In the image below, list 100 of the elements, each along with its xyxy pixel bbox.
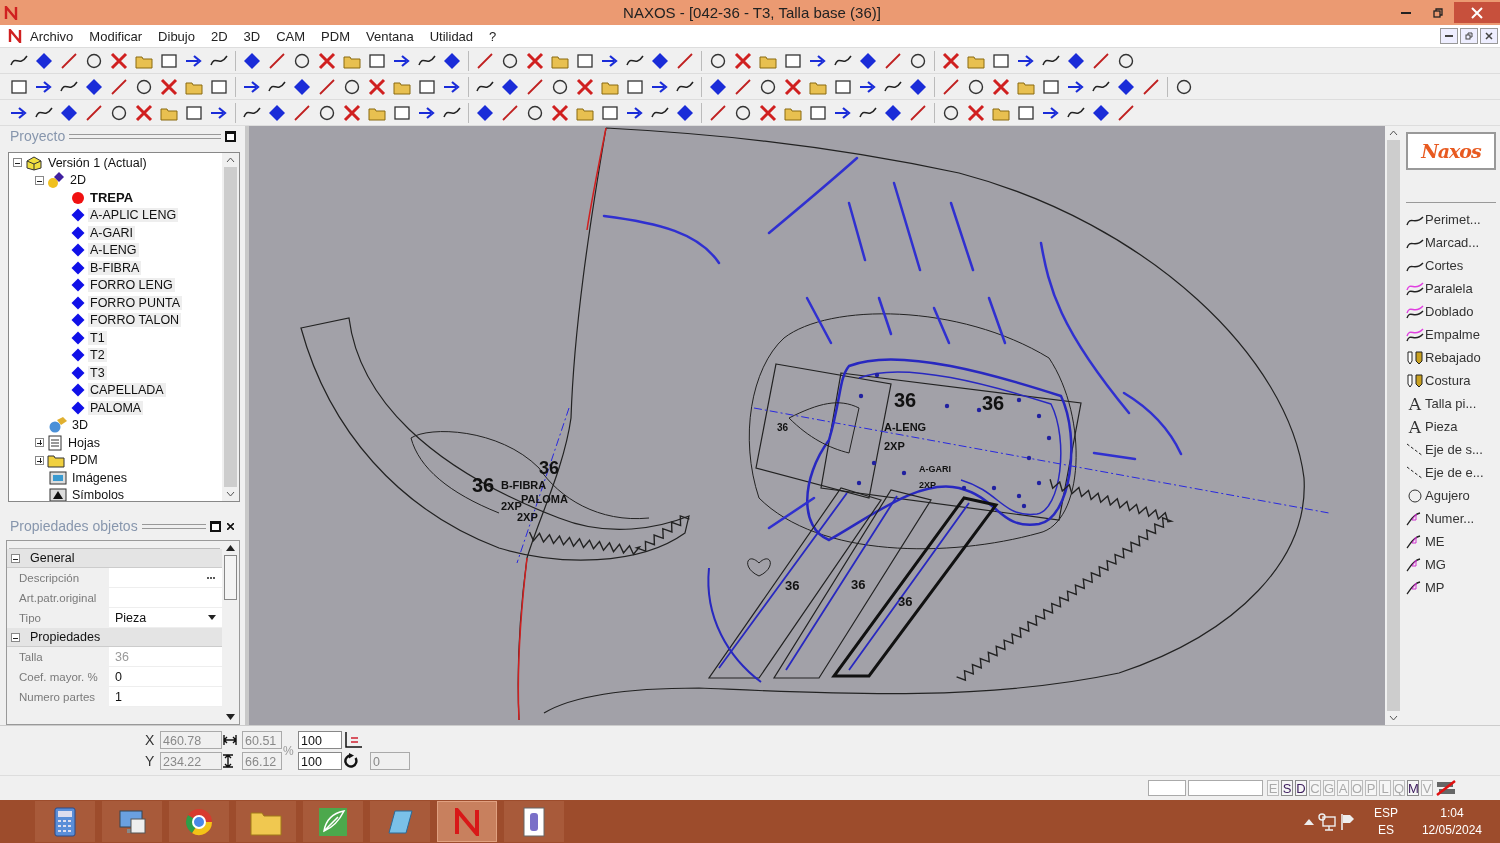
more-icon[interactable]: [206, 575, 216, 580]
square-icon[interactable]: [1017, 103, 1035, 122]
circle-icon[interactable]: [318, 103, 336, 122]
scroll-thumb[interactable]: [224, 555, 237, 600]
tree-item[interactable]: A-LENG: [88, 243, 139, 258]
circle-icon[interactable]: [110, 103, 128, 122]
square-icon[interactable]: [626, 77, 644, 96]
cross-icon[interactable]: [343, 103, 361, 122]
tool-button[interactable]: Marcad...: [1406, 231, 1496, 254]
mode-toggle[interactable]: S: [1281, 780, 1293, 796]
tool-button[interactable]: Cortes: [1406, 254, 1496, 277]
cross-icon[interactable]: [992, 77, 1010, 96]
dock-button[interactable]: [225, 130, 236, 142]
menu-item[interactable]: 2D: [202, 28, 236, 44]
cross-icon[interactable]: [576, 77, 594, 96]
square-icon[interactable]: [784, 51, 802, 70]
line-icon[interactable]: [85, 103, 103, 122]
tree-item[interactable]: FORRO TALON: [88, 313, 182, 328]
axes-icon[interactable]: [343, 731, 363, 749]
cross-icon[interactable]: [734, 51, 752, 70]
taskbar-app-button[interactable]: [236, 801, 296, 842]
tool-button[interactable]: Eje de s...: [1406, 438, 1496, 461]
diamond-icon[interactable]: [676, 103, 694, 122]
circle-icon[interactable]: [709, 51, 727, 70]
property-field[interactable]: 1: [109, 687, 222, 707]
square-icon[interactable]: [160, 51, 178, 70]
square-icon[interactable]: [210, 77, 228, 96]
diamond-icon[interactable]: [1067, 51, 1085, 70]
tool-button[interactable]: Numer...: [1406, 507, 1496, 530]
menu-item[interactable]: Utilidad: [421, 28, 482, 44]
line-icon[interactable]: [110, 77, 128, 96]
menu-item[interactable]: ?: [481, 28, 505, 44]
circle-icon[interactable]: [1175, 77, 1193, 96]
tree-item[interactable]: PALOMA: [88, 400, 144, 415]
diamond-icon[interactable]: [476, 103, 494, 122]
line-icon[interactable]: [60, 51, 78, 70]
taskbar-app-button[interactable]: [102, 801, 162, 842]
diamond-icon[interactable]: [709, 77, 727, 96]
circle-icon[interactable]: [551, 77, 569, 96]
square-icon[interactable]: [1042, 77, 1060, 96]
square-icon[interactable]: [418, 77, 436, 96]
taskbar-app-button[interactable]: [303, 801, 363, 842]
cross-icon[interactable]: [967, 103, 985, 122]
cross-icon[interactable]: [551, 103, 569, 122]
cross-icon[interactable]: [160, 77, 178, 96]
tree-item[interactable]: TREPA: [88, 190, 136, 206]
square-icon[interactable]: [992, 51, 1010, 70]
caret-up-icon[interactable]: [1303, 818, 1314, 825]
tool-button[interactable]: Empalme: [1406, 323, 1496, 346]
tree-item[interactable]: Versión 1 (Actual): [46, 155, 149, 170]
scale-y-field[interactable]: 100: [298, 752, 342, 770]
minimize-button[interactable]: [1440, 28, 1458, 44]
diamond-icon[interactable]: [884, 103, 902, 122]
property-field[interactable]: [109, 568, 222, 588]
tree-item[interactable]: PDM: [68, 453, 100, 468]
keyboard-layout[interactable]: ES: [1377, 823, 1394, 837]
line-icon[interactable]: [268, 51, 286, 70]
tool-button[interactable]: Rebajado: [1406, 346, 1496, 369]
square-icon[interactable]: [10, 77, 28, 96]
diamond-icon[interactable]: [243, 51, 261, 70]
expand-toggle[interactable]: [35, 175, 44, 185]
circle-icon[interactable]: [967, 77, 985, 96]
line-icon[interactable]: [909, 103, 927, 122]
square-icon[interactable]: [576, 51, 594, 70]
tree-item[interactable]: FORRO PUNTA: [88, 295, 183, 310]
circle-icon[interactable]: [1117, 51, 1135, 70]
network-icon[interactable]: [1317, 812, 1336, 831]
language-indicator[interactable]: ESP: [1373, 806, 1398, 820]
cross-icon[interactable]: [110, 51, 128, 70]
taskbar-app-button[interactable]: [35, 801, 95, 842]
diamond-icon[interactable]: [85, 77, 103, 96]
menu-item[interactable]: CAM: [268, 28, 314, 44]
line-icon[interactable]: [501, 103, 519, 122]
line-icon[interactable]: [1142, 77, 1160, 96]
cross-icon[interactable]: [526, 51, 544, 70]
cross-icon[interactable]: [318, 51, 336, 70]
diamond-icon[interactable]: [501, 77, 519, 96]
expand-toggle[interactable]: [35, 438, 44, 448]
square-icon[interactable]: [601, 103, 619, 122]
line-icon[interactable]: [318, 77, 336, 96]
tree-item[interactable]: T3: [88, 365, 107, 380]
close-button[interactable]: [1480, 28, 1498, 44]
circle-icon[interactable]: [501, 51, 519, 70]
mode-toggle[interactable]: D: [1295, 780, 1307, 796]
square-icon[interactable]: [809, 103, 827, 122]
tree-item[interactable]: T2: [88, 348, 107, 363]
menu-item[interactable]: PDM: [313, 28, 358, 44]
square-icon[interactable]: [393, 103, 411, 122]
square-icon[interactable]: [834, 77, 852, 96]
line-icon[interactable]: [734, 77, 752, 96]
tool-button[interactable]: Doblado: [1406, 300, 1496, 323]
circle-icon[interactable]: [942, 103, 960, 122]
circle-icon[interactable]: [526, 103, 544, 122]
diamond-icon[interactable]: [1092, 103, 1110, 122]
cross-icon[interactable]: [368, 77, 386, 96]
circle-icon[interactable]: [909, 51, 927, 70]
diamond-icon[interactable]: [60, 103, 78, 122]
circle-icon[interactable]: [135, 77, 153, 96]
line-icon[interactable]: [1092, 51, 1110, 70]
scale-x-field[interactable]: 100: [298, 731, 342, 749]
